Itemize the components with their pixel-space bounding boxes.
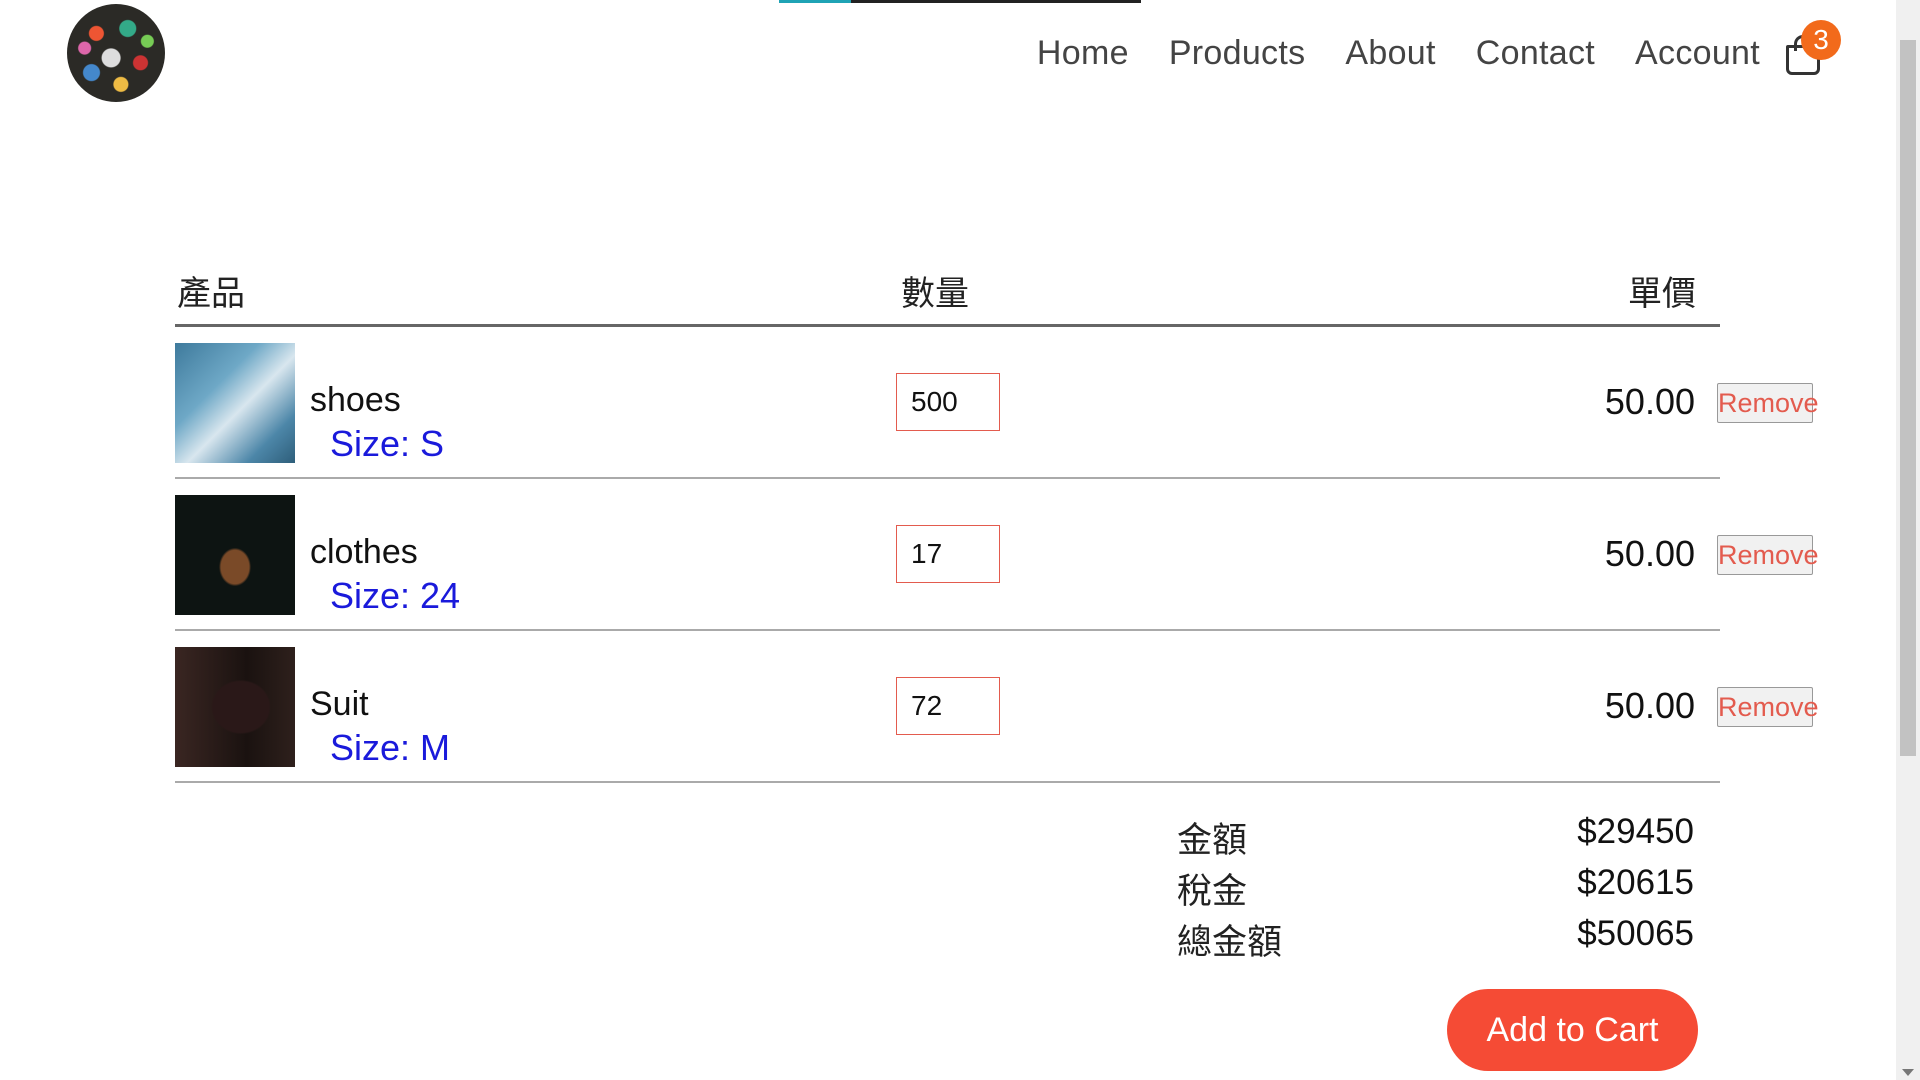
total-label: 總金額 (1177, 923, 1283, 962)
cart-count-badge: 3 (1801, 20, 1841, 60)
add-to-cart-button[interactable]: Add to Cart (1447, 989, 1698, 1071)
top-progress-accent (779, 0, 851, 3)
nav-contact[interactable]: Contact (1476, 34, 1595, 73)
remove-button[interactable]: Remove (1717, 687, 1819, 727)
vertical-scrollbar[interactable] (1896, 0, 1920, 1080)
table-row: clothes Size: 24 50.00 Remove (175, 479, 1819, 631)
tax-row: 稅金 $20615 (1177, 863, 1697, 914)
subtotal-label: 金額 (1177, 821, 1248, 860)
unit-price: 50.00 (1604, 685, 1695, 726)
product-size: Size: M (330, 727, 451, 768)
remove-button[interactable]: Remove (1717, 383, 1819, 423)
header-unit-price: 單價 (1628, 275, 1696, 313)
main-nav: Home Products About Contact Account (997, 34, 1760, 73)
site-logo[interactable] (67, 4, 165, 102)
table-row: shoes Size: S 50.00 Remove (175, 327, 1819, 479)
scrollbar-thumb[interactable] (1900, 40, 1916, 756)
product-image-suit (175, 647, 295, 767)
total-row: 總金額 $50065 (1177, 914, 1697, 965)
product-name: clothes (310, 533, 418, 571)
product-name: Suit (310, 685, 369, 723)
cart-button[interactable]: 3 (1784, 20, 1841, 77)
product-size: Size: S (330, 423, 445, 464)
nav-about[interactable]: About (1345, 34, 1435, 73)
subtotal-row: 金額 $29450 (1177, 812, 1697, 863)
unit-price: 50.00 (1604, 381, 1695, 422)
table-row: Suit Size: M 50.00 Remove (175, 631, 1819, 783)
product-name: shoes (310, 381, 401, 419)
total-value: $50065 (1577, 914, 1694, 953)
quantity-input[interactable] (896, 677, 1000, 735)
nav-home[interactable]: Home (1037, 34, 1129, 73)
product-size: Size: 24 (330, 575, 461, 616)
product-image-clothes (175, 495, 295, 615)
remove-button[interactable]: Remove (1717, 535, 1819, 575)
header-product: 產品 (177, 275, 245, 313)
subtotal-value: $29450 (1577, 812, 1694, 851)
table-header: 產品 數量 單價 (175, 262, 1720, 327)
quantity-input[interactable] (896, 525, 1000, 583)
tax-value: $20615 (1577, 863, 1694, 902)
tax-label: 稅金 (1177, 872, 1248, 911)
cart-table: 產品 數量 單價 shoes Size: S 50.00 Remove clot… (175, 262, 1819, 783)
quantity-input[interactable] (896, 373, 1000, 431)
order-totals: 金額 $29450 稅金 $20615 總金額 $50065 (1177, 812, 1697, 965)
product-image-shoes (175, 343, 295, 463)
unit-price: 50.00 (1604, 533, 1695, 574)
nav-products[interactable]: Products (1169, 34, 1306, 73)
scroll-down-arrow-icon[interactable] (1902, 1069, 1914, 1076)
header-quantity: 數量 (901, 275, 969, 313)
nav-account[interactable]: Account (1635, 34, 1760, 73)
